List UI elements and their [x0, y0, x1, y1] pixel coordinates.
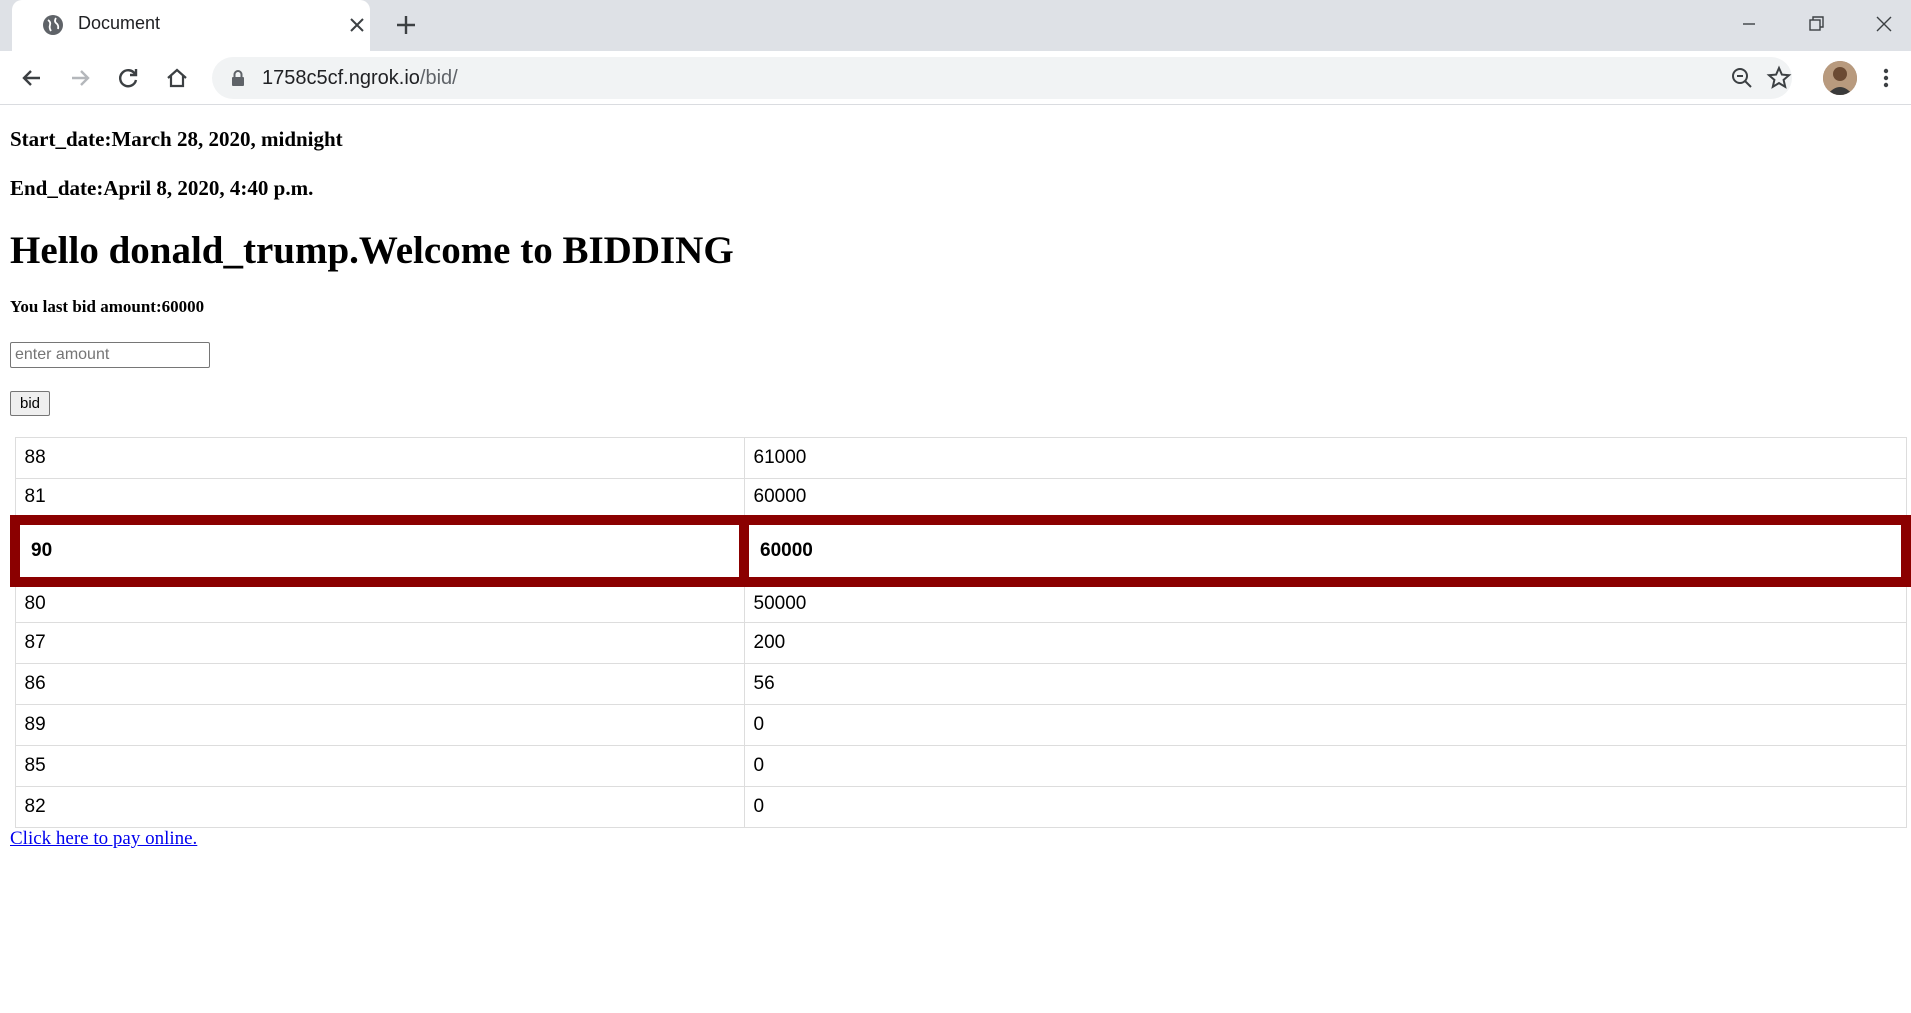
- forward-arrow-icon[interactable]: [66, 64, 94, 92]
- new-tab-icon[interactable]: [393, 12, 419, 38]
- last-bid-amount: You last bid amount:60000: [10, 297, 205, 316]
- bid-user-id: 88: [14, 437, 745, 479]
- bid-user-id: 90: [10, 514, 749, 587]
- profile-avatar[interactable]: [1823, 61, 1857, 95]
- page-title: Hello donald_trump.Welcome to BIDDING: [10, 229, 734, 272]
- table-row-highlighted: 90 60000: [10, 514, 1911, 587]
- end-date: End_date:April 8, 2020, 4:40 p.m.: [10, 176, 314, 200]
- close-icon[interactable]: [346, 14, 368, 36]
- tab-title: Document: [78, 13, 161, 33]
- reload-icon[interactable]: [114, 64, 142, 92]
- url-host: 1758c5cf.ngrok.io: [262, 67, 420, 89]
- bids-table: 88 61000 81 60000 90 60000 80 50000 87 200 86 56 89 0…: [10, 437, 1911, 828]
- table-row: 81 60000: [14, 478, 1907, 520]
- bid-button[interactable]: bid: [10, 391, 50, 416]
- browser-tab[interactable]: Document: [12, 0, 370, 51]
- home-icon[interactable]: [163, 64, 191, 92]
- bid-amount: 60000: [743, 478, 1907, 520]
- bid-amount: 50000: [743, 581, 1907, 623]
- amount-input[interactable]: [10, 342, 210, 368]
- bid-amount: 0: [743, 786, 1907, 828]
- bid-amount: 60000: [739, 514, 1911, 587]
- bid-amount: 200: [743, 622, 1907, 664]
- table-row: 88 61000: [14, 437, 1907, 479]
- bid-user-id: 85: [14, 745, 745, 787]
- browser-toolbar: 1758c5cf.ngrok.io/bid/: [0, 51, 1911, 105]
- bid-amount: 0: [743, 745, 1907, 787]
- table-row: 87 200: [14, 622, 1907, 664]
- url-path: /bid/: [419, 67, 458, 89]
- star-icon[interactable]: [1765, 64, 1793, 92]
- bid-user-id: 87: [14, 622, 745, 664]
- lock-icon[interactable]: [230, 69, 246, 87]
- address-bar[interactable]: 1758c5cf.ngrok.io/bid/: [212, 57, 1792, 99]
- bid-user-id: 81: [14, 478, 745, 520]
- start-date: Start_date:March 28, 2020, midnight: [10, 127, 343, 151]
- url-text[interactable]: 1758c5cf.ngrok.io/bid/: [262, 67, 458, 90]
- bid-user-id: 89: [14, 704, 745, 746]
- table-row: 82 0: [14, 786, 1907, 828]
- back-arrow-icon[interactable]: [18, 64, 46, 92]
- zoom-out-icon[interactable]: [1730, 66, 1754, 90]
- bid-amount: 61000: [743, 437, 1907, 479]
- bid-user-id: 86: [14, 663, 745, 705]
- bid-user-id: 82: [14, 786, 745, 828]
- bid-amount: 56: [743, 663, 1907, 705]
- window-close-icon[interactable]: [1870, 10, 1898, 38]
- profile-picture-icon: [1823, 61, 1857, 95]
- bid-user-id: 80: [14, 581, 745, 623]
- table-row: 85 0: [14, 745, 1907, 787]
- minimize-icon[interactable]: [1735, 10, 1763, 38]
- table-row: 86 56: [14, 663, 1907, 705]
- pay-online-link[interactable]: Click here to pay online.: [10, 828, 197, 850]
- restore-icon[interactable]: [1802, 10, 1830, 38]
- table-row: 89 0: [14, 704, 1907, 746]
- more-menu-icon[interactable]: [1872, 64, 1900, 92]
- tab-strip: Document: [0, 0, 1911, 51]
- table-row: 80 50000: [14, 581, 1907, 623]
- globe-icon: [43, 15, 63, 35]
- bid-amount: 0: [743, 704, 1907, 746]
